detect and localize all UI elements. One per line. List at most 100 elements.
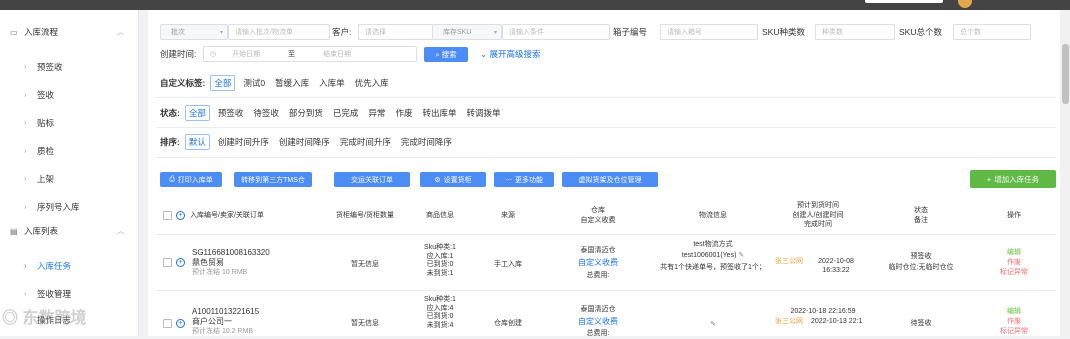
sidebar-item-serial-inbound[interactable]: › 序列号入库: [0, 195, 139, 219]
sort-title: 排序:: [160, 137, 180, 147]
virtual-shelf-button[interactable]: 虚拟货架及仓位管理: [562, 172, 658, 187]
sort-option[interactable]: 默认: [184, 134, 210, 150]
sidebar-item-label: 质检: [37, 146, 55, 156]
status-option[interactable]: 待签收: [253, 107, 279, 119]
search-icon: ⌕: [435, 49, 440, 59]
ship-linked-order-button[interactable]: 交运关联订单: [334, 172, 410, 187]
sidebar-item-inbound-task[interactable]: › 入库任务: [0, 254, 139, 278]
sidebar-item-qc[interactable]: › 质检: [0, 139, 139, 163]
created-time-label: 创建时间:: [160, 49, 197, 59]
sort-option[interactable]: 创建时间降序: [279, 136, 330, 148]
void-link[interactable]: 作废: [994, 318, 1034, 327]
expand-all-icon[interactable]: +: [176, 211, 185, 220]
tracking-number: test1006001(Yes) ✎: [653, 252, 773, 261]
print-inbound-button[interactable]: ⎙ 打印入库单: [160, 172, 222, 187]
edit-link[interactable]: 编辑: [994, 308, 1034, 317]
sku-select[interactable]: 库存SKU ▾: [432, 24, 502, 40]
box-number-placeholder: 请输入箱号: [667, 29, 702, 36]
set-container-button[interactable]: ⚙ 设置货柜: [420, 172, 486, 187]
sku-types-input[interactable]: 种类数: [815, 24, 895, 40]
sidebar-item-label-print[interactable]: › 贴标: [0, 111, 139, 135]
column-header-times: 预计到货时间 创建人/创建时间 完成时间: [778, 201, 858, 230]
search-button[interactable]: ⌕ 搜索: [424, 47, 468, 62]
chevron-right-icon: ›: [24, 262, 27, 270]
header-line: 仓库: [591, 207, 605, 214]
chevron-up-icon: ︿: [117, 29, 124, 36]
tag-option[interactable]: 优先入库: [355, 77, 389, 89]
custom-fee-link[interactable]: 自定义收费: [563, 258, 633, 268]
custom-fee-link[interactable]: 自定义收费: [563, 317, 633, 327]
edit-icon[interactable]: ✎: [736, 252, 744, 259]
status-option[interactable]: 全部: [184, 105, 210, 121]
more-functions-button[interactable]: ⋯ 更多功能: [494, 172, 554, 187]
tag-option[interactable]: 暂缓入库: [275, 77, 309, 89]
divider: [156, 97, 1056, 98]
sidebar-item-sign-management[interactable]: › 签收管理: [0, 282, 139, 306]
total-fee: 总费用:: [586, 330, 610, 337]
date-range-separator: 至: [288, 51, 296, 58]
scrollbar-thumb[interactable]: [1062, 44, 1069, 104]
void-link[interactable]: 作废: [994, 259, 1034, 268]
sidebar-group-inbound-flow[interactable]: ▭ 入库流程 ︿: [0, 20, 139, 44]
status-option[interactable]: 异常: [368, 107, 385, 119]
advanced-search-label: 展开高级搜索: [489, 49, 541, 59]
sku-types-placeholder: 种类数: [822, 29, 843, 36]
sort-option[interactable]: 完成时间降序: [401, 136, 452, 148]
scrollbar[interactable]: [1061, 10, 1070, 336]
tag-option[interactable]: 入库单: [319, 77, 345, 89]
mark-exception-link[interactable]: 标记异常: [994, 269, 1034, 278]
edit-icon[interactable]: ✎: [703, 321, 723, 330]
sidebar-item-shelve[interactable]: › 上架: [0, 167, 139, 191]
sidebar-item-pre-sign[interactable]: › 预签收: [0, 55, 139, 79]
status: 待签收: [910, 320, 932, 327]
status-option[interactable]: 转出库单: [422, 107, 456, 119]
sku-total-input[interactable]: 总个数: [953, 24, 1031, 40]
date-range-picker[interactable]: ◷ 开始日期 至 结束日期: [203, 46, 417, 62]
chevron-right-icon: ›: [24, 203, 27, 211]
divider: [156, 290, 1056, 291]
column-header-source: 来源: [501, 212, 515, 219]
batch-input[interactable]: 请输入批次/物流单: [228, 24, 330, 40]
advanced-search-toggle[interactable]: ⌄ 展开高级搜索: [480, 47, 541, 62]
avatar[interactable]: [958, 0, 972, 8]
batch-select[interactable]: 批次 ▾: [160, 24, 228, 40]
row-checkbox[interactable]: [163, 258, 172, 267]
order-number[interactable]: SG116681008163320: [192, 248, 270, 258]
box-number-input[interactable]: 请输入箱号: [660, 24, 758, 40]
add-inbound-task-button[interactable]: + 增加入库任务: [970, 170, 1056, 188]
sidebar-group-inbound-list[interactable]: ▤ 入库列表 ︿: [0, 219, 139, 243]
button-label: 增加入库任务: [994, 174, 1040, 184]
select-all-checkbox[interactable]: [163, 211, 172, 220]
watermark-text: 东数跨境: [22, 310, 87, 327]
expand-row-icon[interactable]: +: [176, 258, 185, 267]
goods-line: 已到货:0: [426, 313, 454, 320]
sort-filter: 排序: 默认 创建时间升序 创建时间降序 完成时间升序 完成时间降序: [160, 134, 457, 150]
sku-input[interactable]: 请输入条件: [502, 24, 610, 40]
order-number[interactable]: A10011013221615: [192, 307, 259, 317]
column-header-status: 状态 备注: [893, 206, 949, 225]
goods-line: 未到货:1: [426, 269, 454, 277]
sidebar-item-sign[interactable]: › 签收: [0, 83, 139, 107]
transfer-tms-button[interactable]: 转移到第三方TMS仓: [234, 172, 312, 187]
tag-option[interactable]: 测试0: [243, 77, 265, 89]
sort-option[interactable]: 创建时间升序: [218, 136, 269, 148]
sort-option[interactable]: 完成时间升序: [340, 136, 391, 148]
tag-option[interactable]: 全部: [210, 75, 236, 91]
sidebar-group-label: 入库流程: [24, 27, 59, 37]
customer-select-placeholder: 请选择: [365, 29, 386, 36]
mark-exception-link[interactable]: 标记异常: [994, 328, 1034, 337]
status-option[interactable]: 预签收: [218, 107, 244, 119]
expand-row-icon[interactable]: +: [176, 319, 185, 328]
status-option[interactable]: 部分到货: [289, 107, 323, 119]
sidebar-item-label: 签收管理: [37, 289, 72, 299]
row-checkbox[interactable]: [163, 319, 172, 328]
sku-total-placeholder: 总个数: [960, 29, 981, 36]
edit-link[interactable]: 编辑: [994, 249, 1034, 258]
sidebar-item-label: 签收: [37, 90, 55, 100]
top-bar: [0, 0, 1070, 10]
status-option[interactable]: 已完成: [333, 107, 359, 119]
source: 仓库创建: [494, 320, 522, 327]
status-option[interactable]: 作废: [395, 107, 412, 119]
status-option[interactable]: 转调拨单: [466, 107, 500, 119]
top-search-input[interactable]: [865, 0, 943, 3]
